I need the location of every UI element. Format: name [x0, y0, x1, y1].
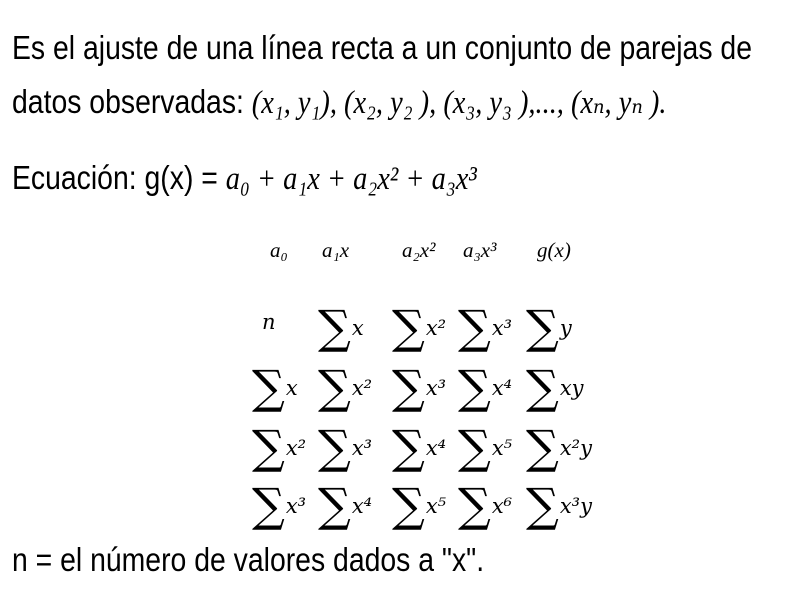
column-header-a2x2: a₂x²	[402, 238, 436, 262]
matrix-cell-r2-c4: ∑x⁴	[458, 360, 513, 414]
matrix-cell-r4-c5: ∑x³y	[526, 478, 592, 532]
matrix-cell-r1-c4: ∑x³	[458, 300, 513, 354]
matrix-cell-r3-c2: ∑x³	[318, 420, 373, 474]
column-header-gx: g(x)	[537, 238, 571, 262]
matrix-cell-r1-c3: ∑x²	[392, 300, 447, 354]
normal-equations-table: a₀ a₁x a₂x² a₃x³ g(x) n ∑x ∑x² ∑x³ ∑y ∑x…	[0, 0, 800, 600]
footnote-line: n = el número de valores dados a "x".	[12, 540, 561, 580]
matrix-cell-r4-c1: ∑x³	[252, 478, 307, 532]
column-header-a3x3: a₃x³	[463, 238, 497, 262]
matrix-cell-r1-c1: n	[262, 310, 276, 334]
footnote: n = el número de valores dados a "x".	[12, 541, 485, 578]
matrix-cell-r3-c3: ∑x⁴	[392, 420, 447, 474]
matrix-cell-r2-c3: ∑x³	[392, 360, 447, 414]
matrix-cell-r3-c5: ∑x²y	[526, 420, 592, 474]
matrix-cell-r2-c1: ∑x	[252, 360, 298, 414]
matrix-cell-r2-c5: ∑xy	[526, 360, 584, 414]
column-header-a1x: a₁x	[322, 238, 350, 262]
matrix-cell-r4-c3: ∑x⁵	[392, 478, 447, 532]
matrix-cell-r4-c2: ∑x⁴	[318, 478, 373, 532]
column-header-a0: a₀	[270, 238, 288, 262]
matrix-cell-r2-c2: ∑x²	[318, 360, 373, 414]
matrix-cell-r1-c5: ∑y	[526, 300, 572, 354]
matrix-cell-r3-c1: ∑x²	[252, 420, 307, 474]
matrix-cell-r1-c2: ∑x	[318, 300, 364, 354]
matrix-cell-r3-c4: ∑x⁵	[458, 420, 513, 474]
matrix-cell-r4-c4: ∑x⁶	[458, 478, 513, 532]
